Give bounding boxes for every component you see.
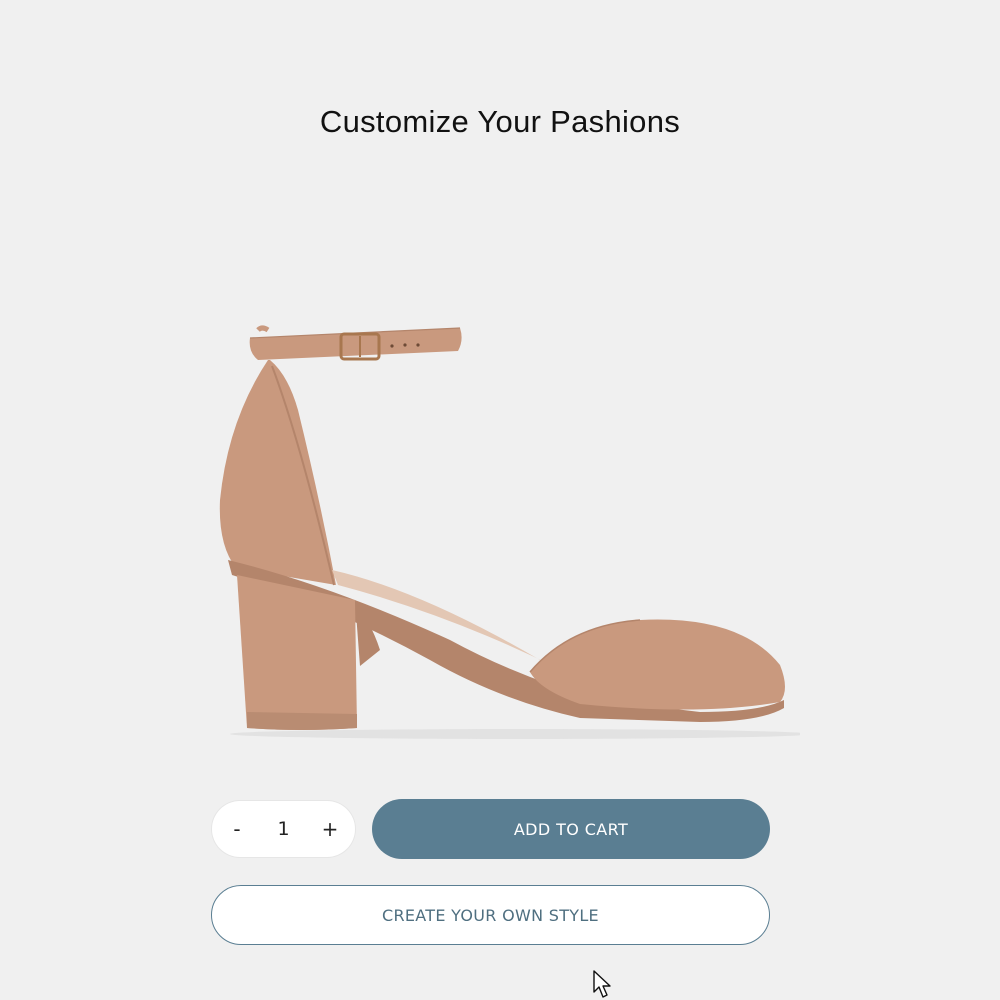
quantity-stepper: - 1 + bbox=[212, 801, 355, 857]
quantity-decrement-button[interactable]: - bbox=[220, 809, 254, 849]
quantity-increment-button[interactable]: + bbox=[313, 809, 347, 849]
shoe-image bbox=[219, 325, 800, 739]
create-your-own-style-button[interactable]: CREATE YOUR OWN STYLE bbox=[211, 885, 770, 945]
product-page: Customize Your Pashions - 1 + ADD TO CAR… bbox=[0, 0, 1000, 1000]
mouse-pointer-icon bbox=[593, 970, 611, 998]
quantity-value[interactable]: 1 bbox=[264, 818, 304, 840]
add-to-cart-button[interactable]: ADD TO CART bbox=[372, 799, 770, 859]
page-title: Customize Your Pashions bbox=[319, 104, 681, 139]
